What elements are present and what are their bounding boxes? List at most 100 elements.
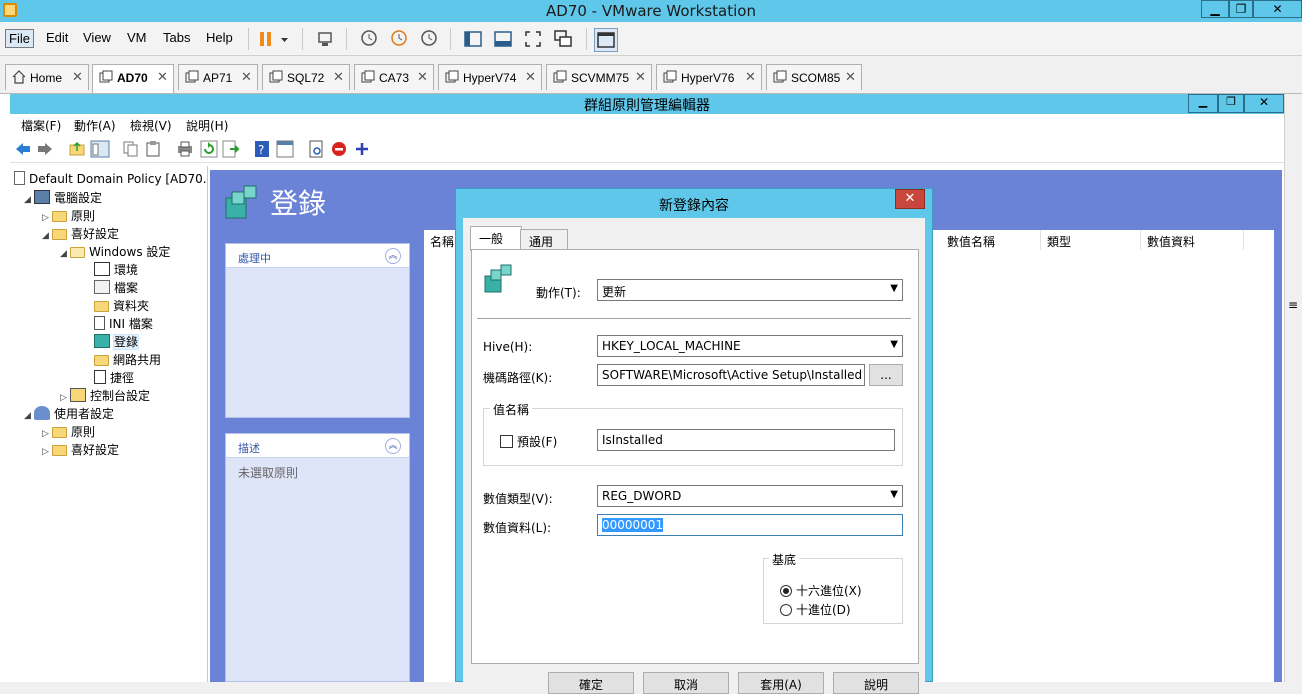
print-icon[interactable]	[176, 140, 194, 158]
key-path-input[interactable]: SOFTWARE\Microsoft\Active Setup\Installe…	[597, 364, 865, 386]
radio-unselected[interactable]	[780, 604, 792, 616]
tree-files[interactable]: 檔案	[94, 279, 138, 297]
unity-icon[interactable]	[552, 28, 574, 50]
tree-user-preferences[interactable]: ▷ 喜好設定	[42, 441, 119, 459]
tab-home[interactable]: Home ✕	[5, 64, 89, 90]
collapse-chevron-icon[interactable]: ︽	[385, 248, 401, 264]
tree-environment[interactable]: 環境	[94, 261, 138, 279]
expand-arrow-icon[interactable]: ▷	[42, 429, 52, 439]
snapshot-icon[interactable]	[358, 28, 380, 50]
restore-button[interactable]: ❐	[1229, 0, 1253, 18]
expand-arrow-icon[interactable]: ▷	[42, 213, 52, 223]
snapshot-manager-icon[interactable]	[418, 28, 440, 50]
collapse-chevron-icon[interactable]: ︽	[385, 438, 401, 454]
tree-ini-files[interactable]: INI 檔案	[94, 315, 153, 333]
close-icon[interactable]: ✕	[525, 69, 536, 85]
column-type[interactable]: 類型	[1041, 230, 1141, 250]
value-type-dropdown[interactable]: REG_DWORD ▼	[597, 485, 903, 507]
pause-dropdown-icon[interactable]	[278, 28, 292, 50]
cancel-button[interactable]: 取消	[643, 672, 729, 694]
ok-button[interactable]: 確定	[548, 672, 634, 694]
tree-network-shares[interactable]: 網路共用	[94, 351, 161, 369]
show-library-icon[interactable]	[462, 28, 484, 50]
tab-common[interactable]: 通用	[520, 229, 568, 251]
action-dropdown[interactable]: 更新 ▼	[597, 279, 903, 301]
tree-user-policies[interactable]: ▷ 原則	[42, 423, 95, 441]
menu-tabs[interactable]: Tabs	[160, 29, 193, 46]
menu-view[interactable]: View	[80, 29, 114, 46]
gpme-restore-button[interactable]: ❐	[1218, 94, 1244, 113]
console-view-icon[interactable]	[594, 28, 618, 52]
tab-ad70[interactable]: AD70 ✕	[92, 64, 174, 93]
expand-arrow-icon[interactable]: ▷	[42, 447, 52, 457]
tree-computer-preferences[interactable]: ◢ 喜好設定	[42, 225, 119, 243]
close-icon[interactable]: ✕	[417, 69, 428, 85]
back-arrow-icon[interactable]	[14, 141, 32, 157]
full-screen-icon[interactable]	[522, 28, 544, 50]
pause-icon[interactable]	[256, 28, 278, 50]
menu-help[interactable]: Help	[203, 29, 236, 46]
tab-ca73[interactable]: CA73 ✕	[354, 64, 434, 90]
column-name[interactable]: 名稱	[424, 230, 456, 250]
tree-control-panel[interactable]: ▷ 控制台設定	[60, 387, 150, 405]
collapse-arrow-icon[interactable]: ◢	[24, 411, 34, 421]
send-ctrl-alt-del-icon[interactable]	[314, 28, 336, 50]
value-data-input[interactable]: 00000001	[597, 514, 903, 536]
menu-vm[interactable]: VM	[124, 29, 150, 46]
show-hide-tree-icon[interactable]	[90, 140, 110, 158]
gpo-tree[interactable]: Default Domain Policy [AD70. ◢ 電腦設定 ▷ 原則 ◢…	[10, 166, 208, 682]
gpme-menu-view[interactable]: 檢視(V)	[130, 117, 172, 134]
tree-registry[interactable]: 登錄	[94, 333, 140, 351]
properties-view-icon[interactable]	[276, 140, 294, 158]
checkbox-box[interactable]	[500, 435, 513, 448]
browse-button[interactable]: ...	[869, 364, 903, 386]
revert-snapshot-icon[interactable]	[388, 28, 410, 50]
tree-user-config[interactable]: ◢ 使用者設定	[24, 405, 114, 423]
add-icon[interactable]	[354, 140, 370, 158]
tree-folders[interactable]: 資料夾	[94, 297, 149, 315]
tab-hyperv74[interactable]: HyperV74 ✕	[438, 64, 542, 90]
dialog-close-button[interactable]: ✕	[895, 189, 925, 209]
up-folder-icon[interactable]	[68, 140, 86, 158]
tab-scvmm75[interactable]: SCVMM75 ✕	[546, 64, 652, 90]
gpme-minimize-button[interactable]: ▁	[1188, 94, 1218, 113]
help-button[interactable]: 說明	[833, 672, 919, 694]
new-item-icon[interactable]	[308, 140, 326, 158]
close-icon[interactable]: ✕	[241, 69, 252, 85]
grip-icon[interactable]: ≡	[1288, 298, 1298, 312]
value-name-input[interactable]: IsInstalled	[597, 429, 895, 451]
tree-shortcuts[interactable]: 捷徑	[94, 369, 134, 387]
tab-general[interactable]: 一般	[470, 226, 522, 251]
forward-arrow-icon[interactable]	[36, 141, 54, 157]
gpme-menu-help[interactable]: 說明(H)	[186, 117, 228, 134]
close-icon[interactable]: ✕	[845, 69, 856, 85]
radio-selected[interactable]	[780, 585, 792, 597]
gpme-menu-action[interactable]: 動作(A)	[74, 117, 116, 134]
guest-scroll-strip[interactable]: ≡	[1284, 94, 1302, 682]
expand-arrow-icon[interactable]: ▷	[60, 393, 70, 403]
tab-scom85[interactable]: SCOM85 ✕	[766, 64, 862, 90]
collapse-arrow-icon[interactable]: ◢	[24, 195, 34, 205]
tab-ap71[interactable]: AP71 ✕	[178, 64, 258, 90]
minimize-button[interactable]: ▁	[1201, 0, 1229, 18]
refresh-icon[interactable]	[200, 140, 218, 158]
close-icon[interactable]: ✕	[333, 69, 344, 85]
copy-icon[interactable]	[122, 140, 140, 158]
hive-dropdown[interactable]: HKEY_LOCAL_MACHINE ▼	[597, 335, 903, 357]
column-value-name[interactable]: 數值名稱	[941, 230, 1041, 250]
default-checkbox[interactable]: 預設(F)	[500, 433, 557, 450]
help-icon[interactable]: ?	[254, 140, 270, 158]
close-button[interactable]: ✕	[1253, 0, 1302, 18]
show-thumbnail-icon[interactable]	[492, 28, 514, 50]
hex-radio[interactable]: 十六進位(X)	[780, 582, 862, 599]
tree-computer-config[interactable]: ◢ 電腦設定	[24, 189, 102, 207]
gpme-menu-file[interactable]: 檔案(F)	[21, 117, 61, 134]
tab-sql72[interactable]: SQL72 ✕	[262, 64, 350, 90]
paste-icon[interactable]	[144, 140, 162, 158]
close-icon[interactable]: ✕	[745, 69, 756, 85]
close-icon[interactable]: ✕	[157, 69, 168, 85]
close-icon[interactable]: ✕	[72, 69, 83, 85]
apply-button[interactable]: 套用(A)	[738, 672, 824, 694]
menu-file[interactable]: File	[5, 29, 34, 48]
tree-windows-settings[interactable]: ◢ Windows 設定	[60, 243, 170, 261]
